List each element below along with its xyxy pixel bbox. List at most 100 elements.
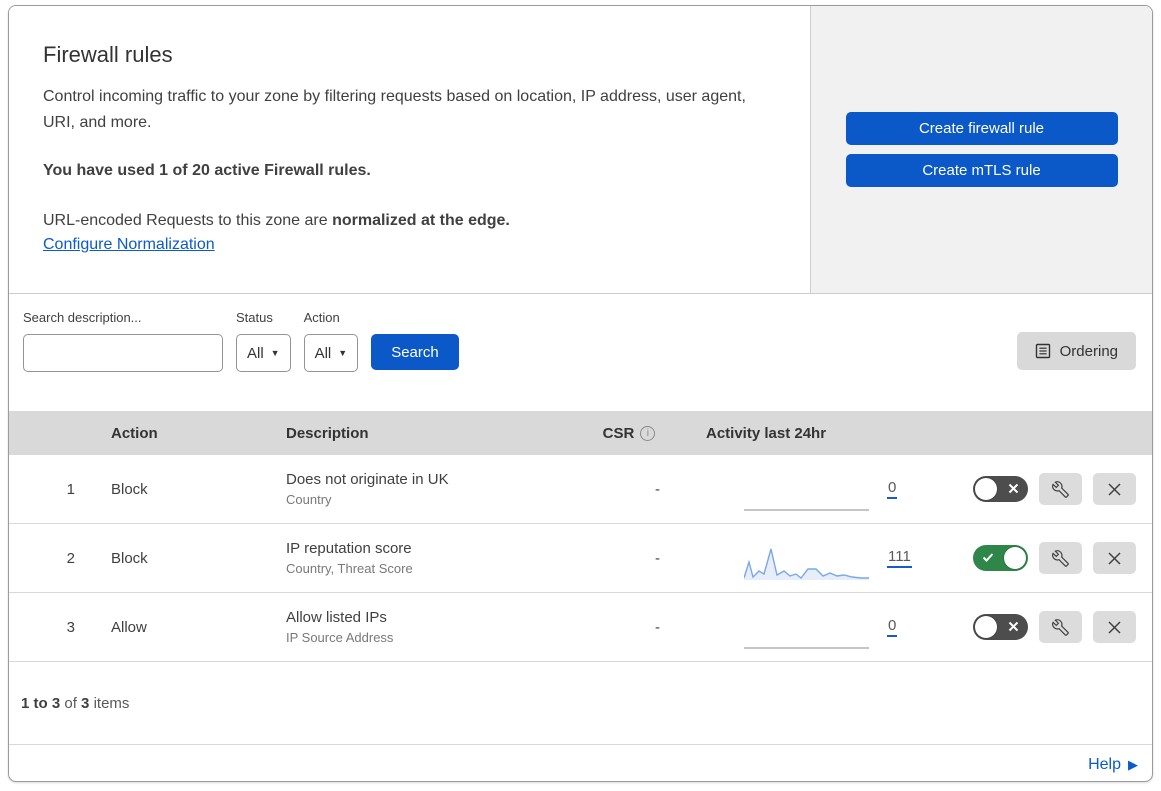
- rule-description: Allow listed IPs: [286, 609, 387, 626]
- search-label: Search description...: [23, 310, 142, 325]
- help-link-label: Help: [1088, 756, 1121, 773]
- rule-action: Block: [111, 480, 148, 498]
- status-select[interactable]: All ▼: [236, 334, 291, 372]
- rule-fields: IP Source Address: [286, 630, 394, 645]
- activity-sparkline: [743, 546, 869, 580]
- edit-rule-button[interactable]: [1039, 473, 1082, 505]
- chevron-down-icon: ▼: [338, 348, 348, 358]
- action-filter-group: Action All ▼: [303, 310, 359, 372]
- rule-fields: Country, Threat Score: [286, 561, 413, 576]
- search-button[interactable]: Search: [371, 334, 459, 370]
- wrench-icon: [1052, 480, 1069, 498]
- delete-rule-button[interactable]: [1093, 542, 1136, 574]
- status-value: All: [247, 344, 264, 362]
- rule-number: 2: [66, 549, 75, 567]
- edit-rule-button[interactable]: [1039, 542, 1082, 574]
- rule-controls: [904, 473, 1152, 505]
- close-icon: [1108, 620, 1121, 634]
- rule-activity-cell: 0: [674, 610, 904, 649]
- table-summary: 1 to 3 of 3 items: [9, 662, 1152, 745]
- header-csr: CSR i: [584, 425, 674, 442]
- normalization-text: URL-encoded Requests to this zone are: [43, 212, 328, 229]
- info-icon[interactable]: i: [640, 425, 656, 441]
- status-label: Status: [236, 310, 273, 325]
- wrench-icon: [1052, 549, 1069, 567]
- rule-activity-cell: 111: [674, 541, 912, 580]
- side-action-panel: Create firewall rule Create mTLS rule: [811, 6, 1152, 293]
- status-filter-group: Status All ▼: [236, 310, 291, 372]
- table-header: Action Description CSR i Activity last 2…: [9, 411, 1152, 455]
- action-label: Action: [303, 310, 340, 325]
- summary-items: items: [93, 694, 130, 712]
- search-box[interactable]: [23, 334, 223, 372]
- rule-number: 3: [66, 618, 75, 636]
- summary-total: 3: [81, 694, 90, 712]
- summary-range: 1 to 3: [21, 694, 61, 712]
- help-link[interactable]: Help ▶: [1088, 756, 1138, 774]
- header-csr-label: CSR: [602, 424, 635, 442]
- rule-description-cell: Allow listed IPs IP Source Address: [264, 609, 584, 645]
- help-row: Help ▶: [9, 745, 1152, 781]
- search-group: Search description...: [23, 310, 223, 372]
- activity-sparkline-empty: [744, 477, 869, 511]
- ordering-button[interactable]: Ordering: [1016, 332, 1136, 370]
- page-title: Firewall rules: [43, 42, 173, 67]
- sparkline-chart: [743, 548, 869, 580]
- close-icon: [1108, 551, 1121, 565]
- top-section: Firewall rules Control incoming traffic …: [9, 6, 1152, 294]
- chevron-down-icon: ▼: [270, 348, 280, 358]
- filter-bar: Search description... Status All ▼ Actio…: [9, 294, 1152, 411]
- toggle-knob: [1004, 547, 1026, 569]
- rule-description-cell: IP reputation score Country, Threat Scor…: [264, 540, 584, 576]
- delete-rule-button[interactable]: [1093, 473, 1136, 505]
- delete-rule-button[interactable]: [1093, 611, 1136, 643]
- page-description: Control incoming traffic to your zone by…: [43, 88, 746, 131]
- search-input[interactable]: [38, 345, 219, 361]
- toggle-on-check-icon: [982, 553, 994, 562]
- rule-number: 1: [66, 480, 75, 498]
- rule-enabled-toggle[interactable]: [973, 476, 1028, 502]
- rule-fields: Country: [286, 492, 332, 507]
- close-icon: [1108, 482, 1121, 496]
- edit-rule-button[interactable]: [1039, 611, 1082, 643]
- ordering-list-icon: [1035, 343, 1050, 359]
- rule-description: IP reputation score: [286, 540, 412, 557]
- rule-enabled-toggle[interactable]: [973, 545, 1028, 571]
- rule-controls: [904, 542, 1152, 574]
- rule-csr: -: [655, 480, 660, 498]
- wrench-icon: [1052, 618, 1069, 636]
- header-action: Action: [111, 424, 158, 442]
- create-mtls-rule-button[interactable]: Create mTLS rule: [845, 154, 1118, 187]
- arrow-right-icon: ▶: [1128, 757, 1138, 772]
- rule-action: Allow: [111, 618, 147, 636]
- summary-of: of: [64, 694, 77, 712]
- configure-normalization-link[interactable]: Configure Normalization: [43, 236, 215, 254]
- action-value: All: [314, 344, 332, 362]
- rule-description: Does not originate in UK: [286, 471, 449, 488]
- rule-enabled-toggle[interactable]: [973, 614, 1028, 640]
- normalization-note: URL-encoded Requests to this zone are no…: [43, 208, 748, 234]
- header-description: Description: [286, 424, 369, 442]
- toggle-knob: [975, 616, 997, 638]
- rule-csr: -: [655, 549, 660, 567]
- toggle-knob: [975, 478, 997, 500]
- normalization-bold: normalized at the edge.: [332, 212, 510, 229]
- hero-panel: Firewall rules Control incoming traffic …: [9, 6, 811, 293]
- rule-csr: -: [655, 618, 660, 636]
- rule-controls: [904, 611, 1152, 643]
- usage-note: You have used 1 of 20 active Firewall ru…: [43, 162, 371, 179]
- rule-activity-cell: 0: [674, 472, 904, 511]
- activity-count-link[interactable]: 0: [887, 617, 898, 637]
- create-firewall-rule-button[interactable]: Create firewall rule: [845, 112, 1118, 145]
- header-activity: Activity last 24hr: [706, 424, 827, 442]
- firewall-rules-card: Firewall rules Control incoming traffic …: [8, 5, 1153, 782]
- toggle-off-x-icon: [1008, 483, 1019, 494]
- toggle-off-x-icon: [1008, 621, 1019, 632]
- table-row: 1 Block Does not originate in UK Country…: [9, 455, 1152, 524]
- table-row: 2 Block IP reputation score Country, Thr…: [9, 524, 1152, 593]
- action-select[interactable]: All ▼: [303, 334, 359, 372]
- rule-description-cell: Does not originate in UK Country: [264, 471, 584, 507]
- activity-count-link[interactable]: 0: [887, 479, 898, 499]
- activity-sparkline-empty: [744, 615, 869, 649]
- rule-action: Block: [111, 549, 148, 567]
